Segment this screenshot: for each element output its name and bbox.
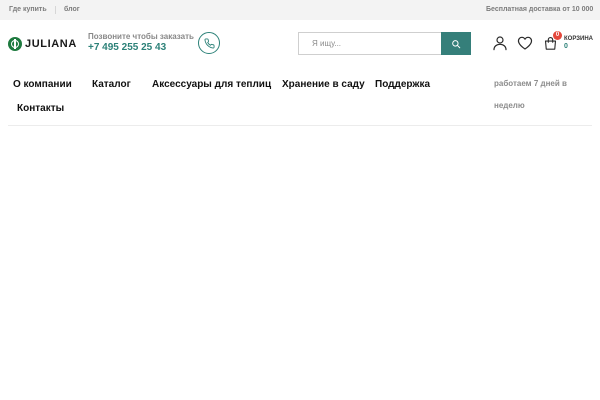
phone-icon — [204, 37, 215, 48]
working-hours-line2: неделю — [494, 101, 525, 110]
nav-item-catalog[interactable]: Каталог — [92, 79, 131, 91]
call-button[interactable] — [198, 32, 220, 54]
cart-label[interactable]: КОРЗИНА — [564, 36, 593, 43]
site-logo[interactable]: JULIANA — [8, 37, 77, 51]
search-icon — [452, 39, 461, 48]
nav-item-greenhouse-accessories[interactable]: Аксессуары для теплиц — [152, 79, 271, 91]
phone-number-link[interactable]: +7 495 255 25 43 — [88, 42, 166, 54]
where-to-buy-link[interactable]: Где купить — [9, 5, 47, 15]
user-icon — [493, 36, 507, 51]
cart-count: 0 — [564, 43, 568, 50]
nav-item-garden-storage[interactable]: Хранение в саду — [282, 79, 365, 91]
logo-emblem-icon — [8, 37, 22, 51]
account-button[interactable] — [491, 34, 509, 52]
cart-badge: 0 — [553, 31, 562, 40]
search-input[interactable] — [298, 32, 441, 55]
nav-item-about[interactable]: О компании — [13, 79, 72, 91]
nav-item-contacts[interactable]: Контакты — [17, 103, 64, 115]
logo-text: JULIANA — [25, 38, 77, 50]
blog-link[interactable]: блог — [64, 5, 80, 15]
free-shipping-note: Бесплатная доставка от 10 000 — [486, 6, 594, 13]
top-bar-divider — [55, 6, 56, 14]
top-bar: Где купить блог Бесплатная доставка от 1… — [0, 0, 600, 20]
nav-item-support[interactable]: Поддержка — [375, 79, 430, 91]
heart-icon — [517, 36, 533, 50]
working-hours-line1: работаем 7 дней в — [494, 79, 567, 88]
wishlist-button[interactable] — [516, 34, 534, 52]
header-divider — [8, 125, 592, 126]
search-button[interactable] — [441, 32, 471, 55]
phone-caption: Позвоните чтобы заказать — [88, 32, 194, 41]
